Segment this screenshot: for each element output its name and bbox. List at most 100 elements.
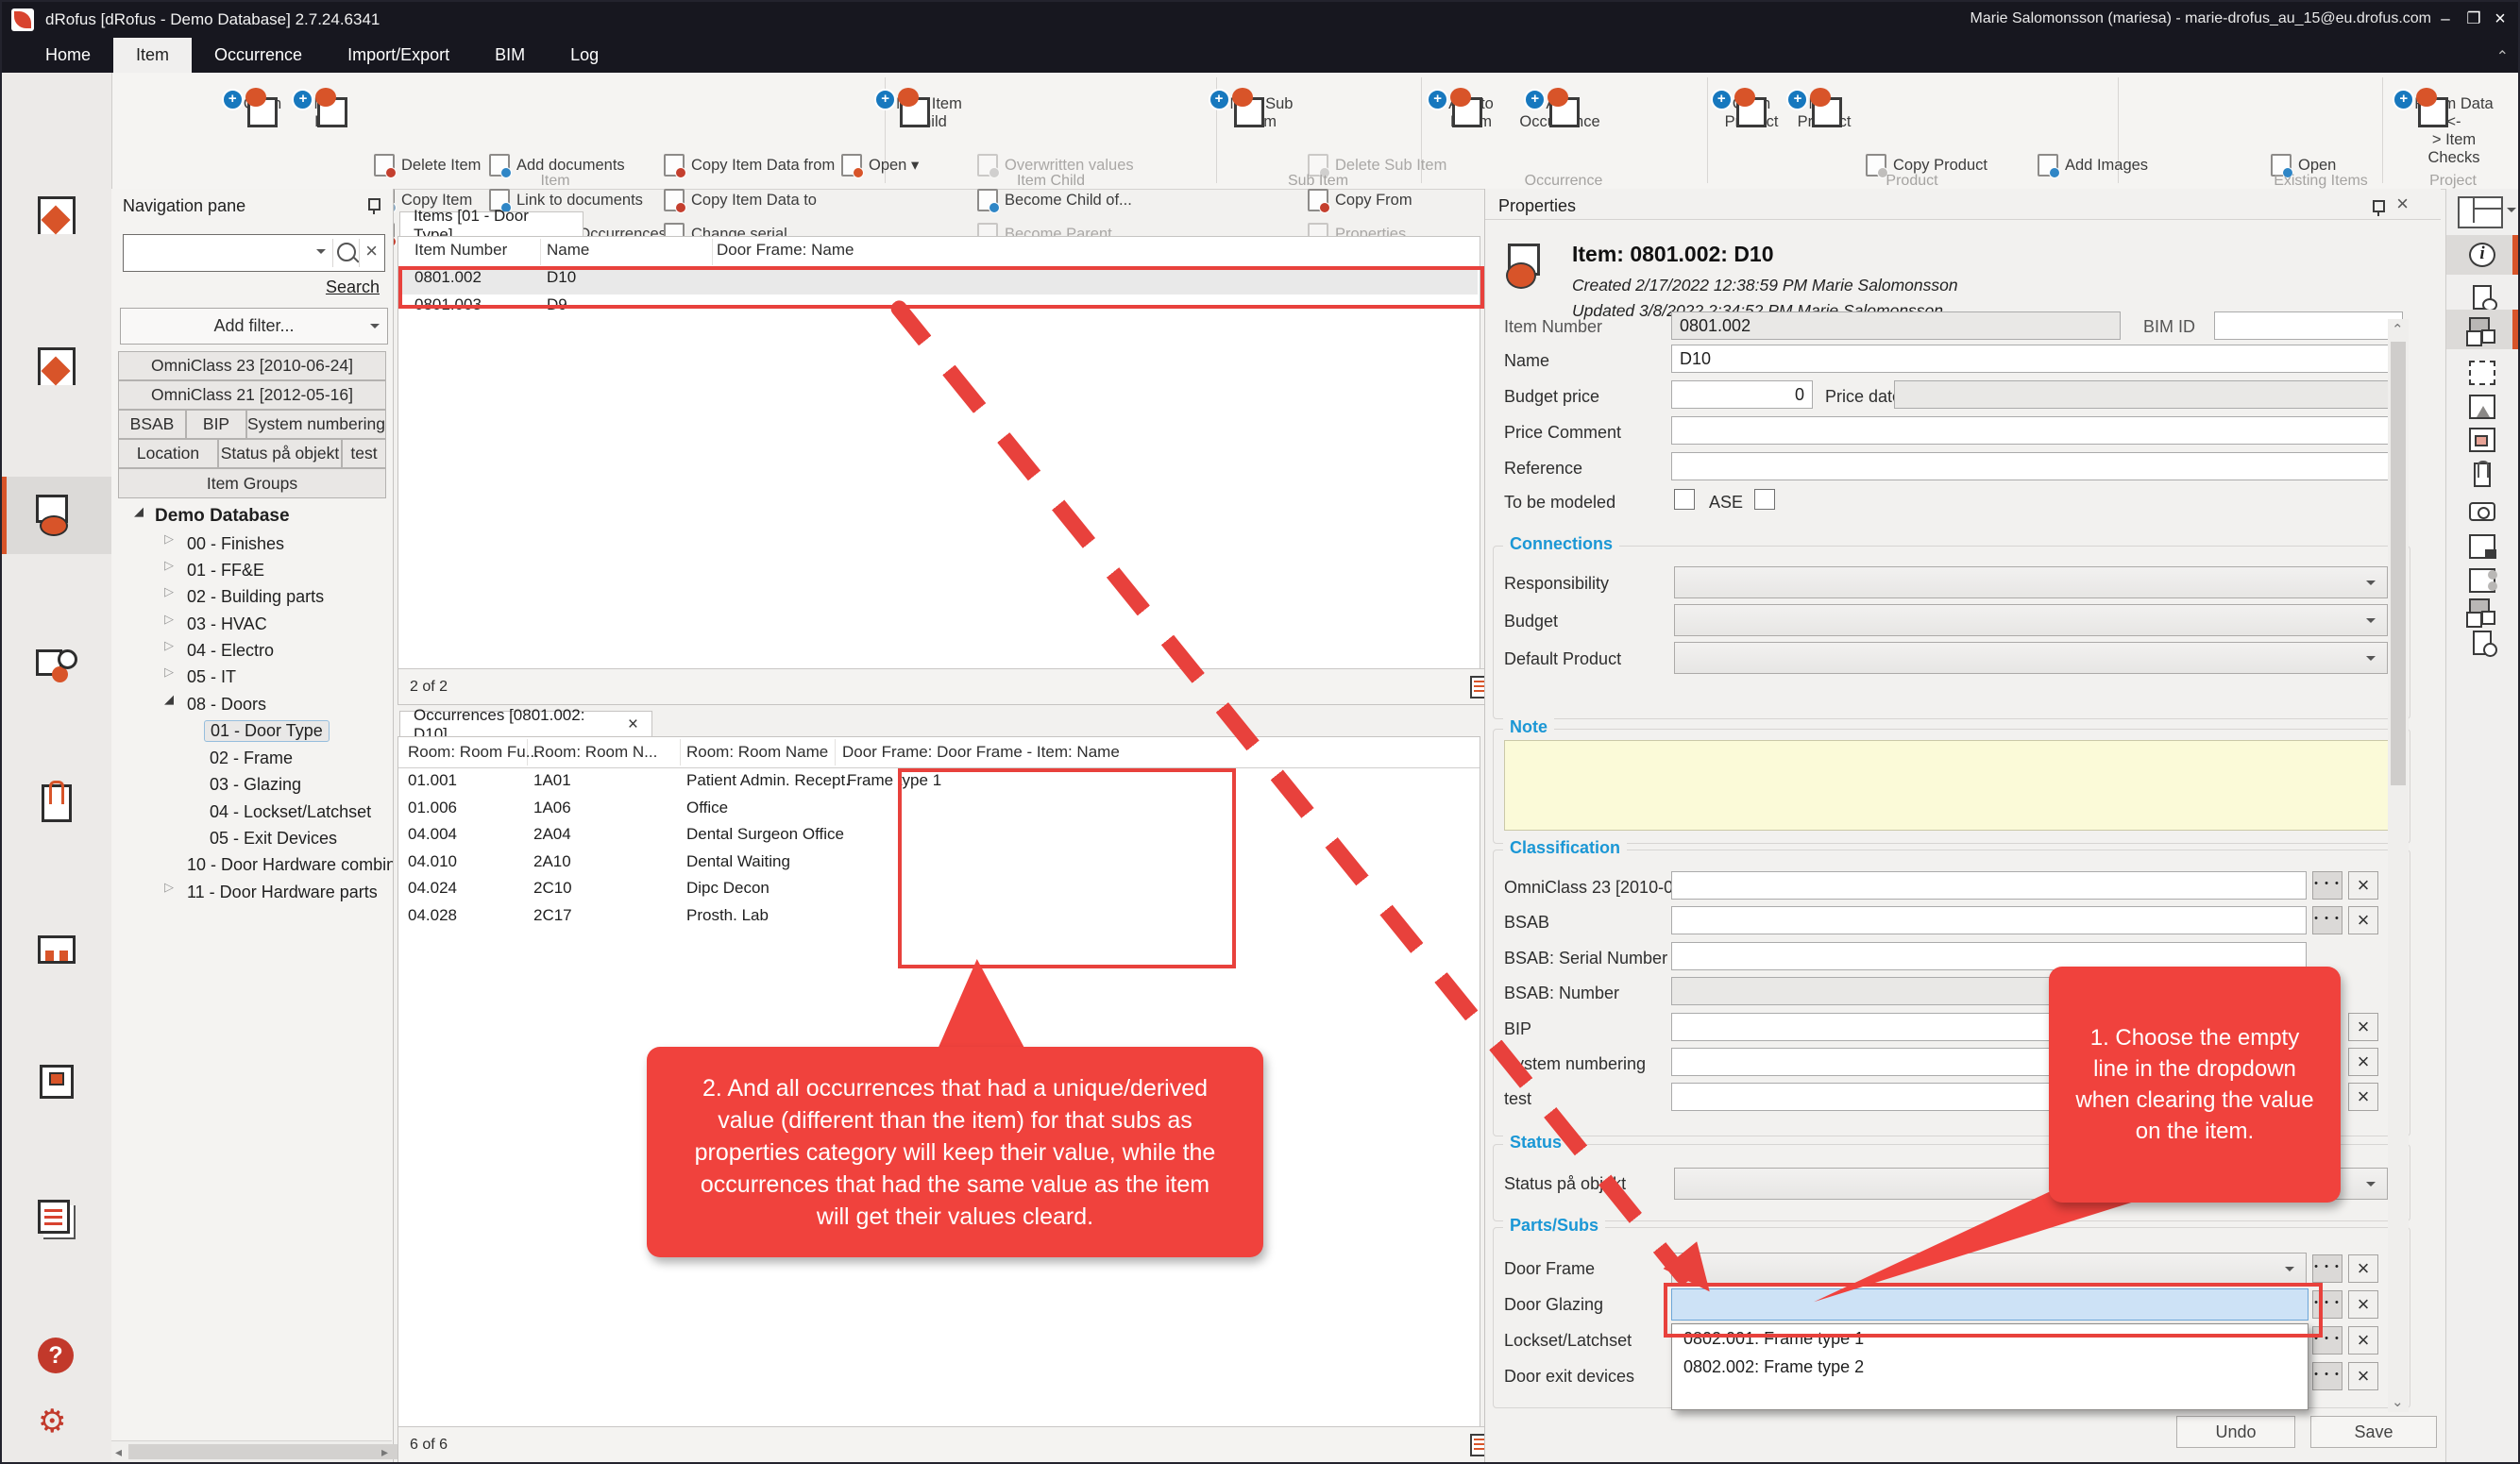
undo-button[interactable]: Undo [2176,1416,2295,1448]
close-tab-icon[interactable]: × [628,715,638,735]
tree-item[interactable]: 03 - HVAC [187,612,267,636]
pin-icon[interactable] [368,198,378,211]
occurrences-column-header[interactable]: Room: Room Fu... [408,743,539,762]
classification-filter-button[interactable]: OmniClass 21 [2012-05-16] [118,380,386,410]
tree-item[interactable]: 08 - Doors [187,692,266,716]
sidebar-module-button[interactable] [2,765,111,842]
menu-tab[interactable]: BIM [472,38,548,73]
scrollbar-thumb[interactable] [2391,342,2406,785]
ribbon-small-button[interactable]: Copy Item Data from [664,152,835,178]
tree-expander-icon[interactable] [164,584,174,599]
classification-filter-button[interactable]: OmniClass 23 [2010-06-24] [118,351,386,380]
menu-tab[interactable]: Item [113,38,192,73]
items-column-header[interactable]: Door Frame: Name [717,241,854,260]
clear-value-button[interactable] [2348,1290,2378,1319]
menu-tab[interactable]: Home [23,38,113,73]
maximize-button[interactable]: ❐ [2461,8,2486,31]
ribbon-small-button[interactable]: Become Child of... [977,187,1132,213]
clear-value-button[interactable] [2348,1048,2378,1076]
chevron-down-icon[interactable] [316,249,326,259]
tree-expander-icon[interactable] [164,612,174,627]
sidebar-module-button[interactable] [2,628,111,705]
dock-tool-button[interactable] [2446,420,2518,460]
close-button[interactable]: × [2488,8,2512,31]
menu-tab[interactable]: Occurrence [192,38,325,73]
classification-filter-button[interactable]: BIP [186,410,246,439]
items-tab[interactable]: Items [01 - Door Type] [399,211,583,238]
ribbon-small-button[interactable]: Open ▾ [841,152,919,178]
ellipsis-button[interactable] [2312,1362,2342,1390]
tree-item[interactable]: 04 - Lockset/Latchset [210,799,371,824]
ellipsis-button[interactable] [2312,871,2342,900]
scroll-left-icon[interactable]: ◂ [115,1444,122,1459]
menu-tab[interactable]: Import/Export [325,38,472,73]
ribbon-big-button[interactable]: +New Item [284,77,375,131]
ribbon-big-button[interactable]: +New Product [1779,77,1869,131]
scroll-down-icon[interactable]: ⌄ [2392,1393,2404,1410]
search-link[interactable]: Search [326,278,380,297]
tree-expander-icon[interactable] [164,665,174,680]
classification-filter-button[interactable]: BSAB [118,410,186,439]
dock-tool-button[interactable] [2446,491,2518,530]
ellipsis-button[interactable] [2312,906,2342,934]
tree-item[interactable]: 05 - IT [187,665,236,689]
tree-item[interactable]: 01 - Door Type [210,718,330,743]
clear-value-button[interactable] [2348,1254,2378,1283]
add-filter-dropdown[interactable]: Add filter... [120,308,388,345]
classification-filter-button[interactable]: Item Groups [118,468,386,498]
clear-value-button[interactable] [2348,871,2378,900]
classification-filter-button[interactable]: test [342,439,386,468]
tree-item[interactable]: 11 - Door Hardware parts [187,880,378,904]
sidebar-module-button[interactable] [2,1180,111,1257]
default-product-dropdown[interactable] [1674,642,2388,674]
ribbon-small-button[interactable]: Add Images [2038,152,2148,178]
dock-tool-button[interactable] [2446,310,2518,349]
dock-tool-button[interactable] [2446,455,2518,495]
name-field[interactable]: D10 [1671,345,2403,373]
tree-item[interactable]: 05 - Exit Devices [210,826,337,850]
items-column-header[interactable]: Item Number [414,241,507,260]
tree-item[interactable]: 02 - Frame [210,746,293,770]
classification-field[interactable] [1671,906,2307,934]
search-input[interactable]: × [123,234,385,272]
sidebar-module-button[interactable] [2,1043,111,1120]
layout-icon[interactable] [2458,196,2503,228]
ribbon-big-button[interactable]: +Add Occurrence [1514,77,1605,131]
occurrences-tab[interactable]: Occurrences [0801.002: D10] × [399,711,652,737]
sidebar-module-button[interactable] [2,477,111,554]
clear-value-button[interactable] [2348,1013,2378,1041]
tree-item[interactable]: 10 - Door Hardware combinations [187,852,394,877]
scroll-right-icon[interactable]: ▸ [381,1444,388,1459]
dock-tool-button[interactable] [2446,623,2518,663]
settings-gear-icon[interactable]: ⚙ [38,1404,66,1439]
ribbon-small-button[interactable]: Delete Item [374,152,481,178]
sidebar-module-button[interactable] [2,328,111,405]
clear-value-button[interactable] [2348,906,2378,934]
nav-horizontal-scrollbar[interactable]: ◂ ▸ [111,1440,392,1462]
items-column-header[interactable]: Name [547,241,589,260]
ribbon-small-button[interactable]: Copy Item Data to [664,187,817,213]
minimize-button[interactable]: – [2433,8,2458,31]
responsibility-dropdown[interactable] [1674,566,2388,598]
tree-item[interactable]: 01 - FF&E [187,558,264,582]
ellipsis-button[interactable] [2312,1254,2342,1283]
price-comment-field[interactable] [1671,416,2403,445]
ribbon-big-button[interactable]: +New Sub Item [1216,77,1307,131]
tree-item[interactable]: 03 - Glazing [210,772,301,797]
ribbon-small-button[interactable]: Copy From [1308,187,1412,213]
tree-item[interactable]: Demo Database [155,504,290,529]
clear-value-button[interactable] [2348,1326,2378,1355]
budget-price-field[interactable]: 0 [1671,380,1813,409]
sidebar-module-button[interactable] [2,177,111,254]
ribbon-big-button[interactable]: +Add to Room [1426,77,1516,131]
properties-scrollbar[interactable]: ⌃ ⌄ [2388,319,2409,1412]
bim-id-field[interactable] [2214,311,2403,340]
clear-value-button[interactable] [2348,1362,2378,1390]
tree-expander-icon[interactable] [164,880,174,895]
classification-filter-button[interactable]: Status på objekt [218,439,342,468]
tree-item[interactable]: 00 - Finishes [187,531,284,556]
help-button[interactable]: ? [38,1338,74,1373]
close-panel-icon[interactable]: × [2396,194,2409,214]
chevron-up-icon[interactable]: ⌃ [2496,47,2509,66]
tree-expander-icon[interactable] [164,692,174,707]
